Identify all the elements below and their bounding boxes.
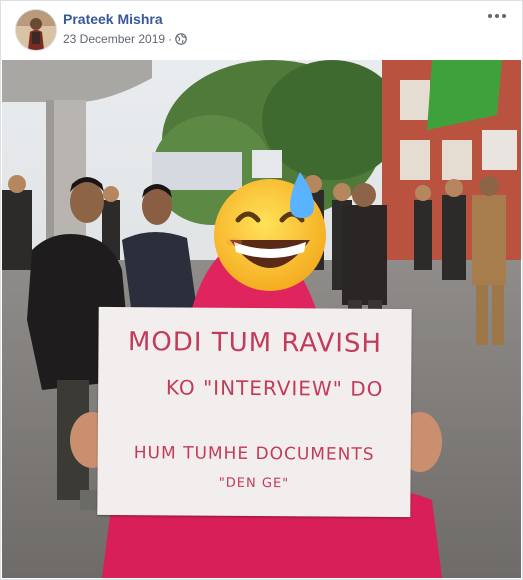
sign-line-2: KO "INTERVIEW" DO xyxy=(165,375,384,401)
facebook-post: Prateek Mishra 23 December 2019 · MODI T… xyxy=(0,0,523,580)
globe-icon[interactable] xyxy=(175,33,187,45)
author-avatar[interactable] xyxy=(15,9,57,51)
sign-line-1: MODI TUM RAVISH xyxy=(127,327,383,359)
protest-sign: MODI TUM RAVISH KO "INTERVIEW" DO HUM TU… xyxy=(97,306,412,518)
post-header: Prateek Mishra 23 December 2019 · xyxy=(1,1,522,59)
sign-line-3: HUM TUMHE DOCUMENTS xyxy=(133,443,375,465)
post-meta: 23 December 2019 · xyxy=(63,32,187,46)
author-name[interactable]: Prateek Mishra xyxy=(63,11,163,27)
post-date[interactable]: 23 December 2019 xyxy=(63,32,165,46)
post-photo[interactable]: MODI TUM RAVISH KO "INTERVIEW" DO HUM TU… xyxy=(2,60,521,578)
more-options-icon[interactable] xyxy=(486,7,508,25)
sign-line-4: "DEN GE" xyxy=(218,475,290,492)
avatar-image xyxy=(16,10,56,50)
meta-separator: · xyxy=(168,32,173,46)
